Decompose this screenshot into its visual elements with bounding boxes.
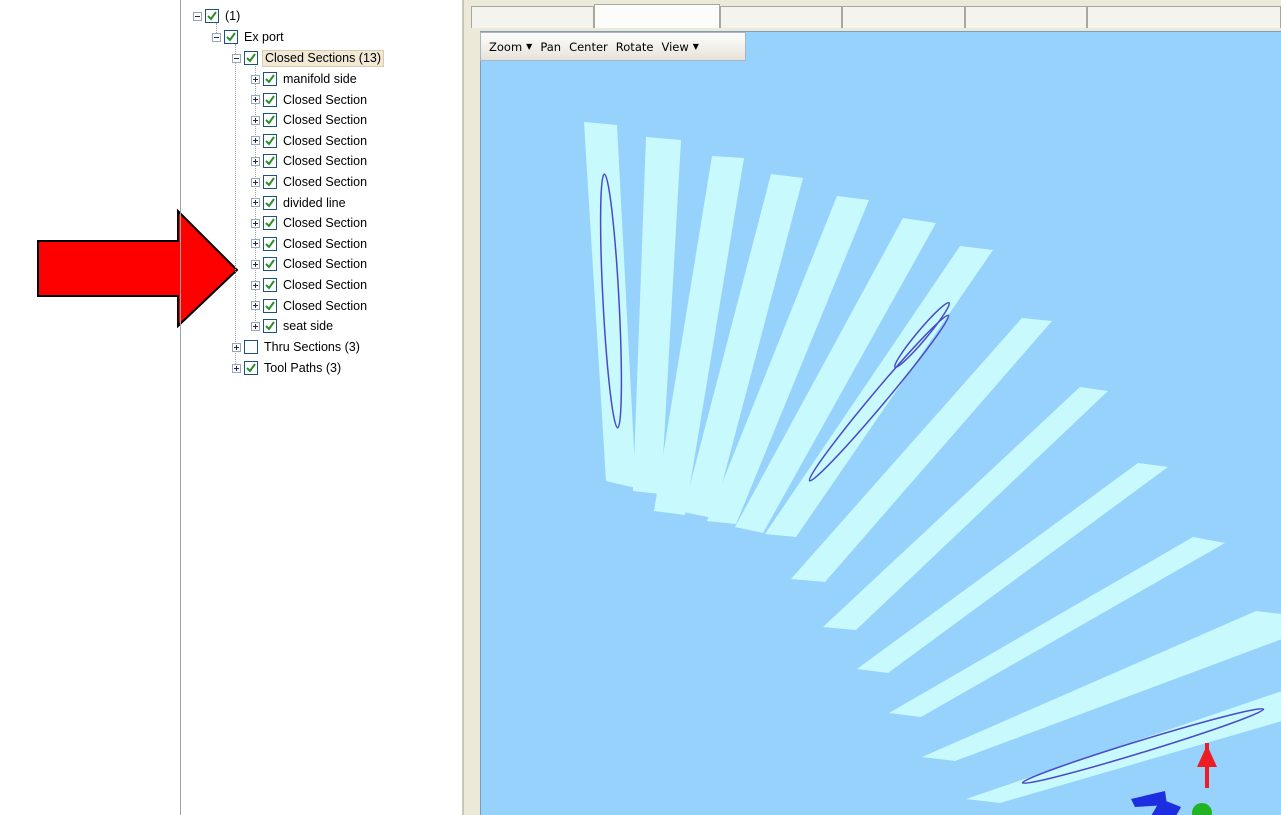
checkbox-export[interactable] bbox=[224, 30, 238, 44]
tree-root-label: (1) bbox=[225, 9, 241, 23]
checkbox-closed-item[interactable] bbox=[263, 154, 277, 169]
tree-closed-item-label: Closed Section bbox=[283, 278, 368, 292]
checkbox-closed-item[interactable] bbox=[263, 319, 277, 334]
tab[interactable] bbox=[720, 6, 842, 28]
tree-closed-item[interactable]: Closed Section bbox=[251, 275, 369, 295]
tree-closed-item-label: seat side bbox=[283, 319, 334, 334]
section-strip bbox=[584, 122, 636, 488]
panel-border bbox=[464, 0, 478, 815]
tree-thru-sections[interactable]: Thru Sections (3) bbox=[232, 337, 362, 357]
tree-closed-item-label: Closed Section bbox=[283, 298, 368, 313]
checkbox-closed-item[interactable] bbox=[263, 216, 277, 231]
expand-icon[interactable] bbox=[251, 301, 260, 311]
tree-closed-item[interactable]: manifold side bbox=[251, 69, 359, 89]
checkbox-thru-sections[interactable] bbox=[244, 340, 258, 354]
section-strip bbox=[922, 611, 1281, 761]
tree-closed-item-label: manifold side bbox=[283, 72, 357, 86]
center-button[interactable]: Center bbox=[565, 40, 612, 54]
tree-closed-item-label: Closed Section bbox=[283, 92, 368, 107]
expand-icon[interactable] bbox=[251, 218, 260, 228]
expand-icon[interactable] bbox=[251, 136, 260, 146]
checkbox-closed-item[interactable] bbox=[263, 298, 277, 313]
checkbox-closed-item[interactable] bbox=[263, 133, 277, 148]
tree-closed-sections[interactable]: Closed Sections (13) bbox=[232, 48, 385, 68]
tree-export-label: Ex port bbox=[244, 30, 284, 44]
tree-connector bbox=[235, 44, 236, 370]
tree-closed-item-label: Closed Section bbox=[283, 236, 368, 251]
tree-closed-item-label: Closed Section bbox=[283, 257, 368, 272]
tree-closed-item[interactable]: Closed Section bbox=[251, 234, 369, 254]
collapse-icon[interactable] bbox=[193, 11, 202, 21]
tree-closed-sections-label: Closed Sections (13) bbox=[262, 49, 385, 67]
layer-tree: (1) Ex port Closed Sections (13) manifol… bbox=[181, 0, 460, 815]
rotate-button[interactable]: Rotate bbox=[612, 40, 658, 54]
tab-strip bbox=[471, 0, 1281, 28]
tree-closed-item-label: Closed Section bbox=[283, 113, 368, 128]
section-scene bbox=[584, 122, 1281, 815]
tree-closed-item-label: Closed Section bbox=[283, 175, 368, 189]
expand-icon[interactable] bbox=[232, 363, 241, 373]
zoom-menu-button[interactable]: Zoom ▼ bbox=[485, 40, 536, 54]
tree-tool-paths-label: Tool Paths (3) bbox=[264, 361, 342, 375]
tree-thru-sections-label: Thru Sections (3) bbox=[264, 340, 360, 354]
tree-closed-item[interactable]: Closed Section bbox=[251, 254, 369, 274]
expand-icon[interactable] bbox=[251, 259, 260, 269]
view-menu-button[interactable]: View ▼ bbox=[657, 40, 702, 54]
tree-closed-item[interactable]: Closed Section bbox=[251, 131, 369, 151]
tree-root[interactable]: (1) bbox=[193, 6, 242, 26]
expand-icon[interactable] bbox=[251, 321, 260, 331]
3d-viewport[interactable] bbox=[480, 31, 1281, 815]
tab-active[interactable] bbox=[594, 4, 720, 28]
tree-export[interactable]: Ex port bbox=[212, 27, 286, 47]
tree-tool-paths[interactable]: Tool Paths (3) bbox=[232, 358, 343, 378]
tree-closed-item[interactable]: Closed Section bbox=[251, 213, 369, 233]
tree-closed-item[interactable]: divided line bbox=[251, 193, 348, 213]
expand-icon[interactable] bbox=[251, 239, 260, 249]
tree-closed-item-label: Closed Section bbox=[283, 154, 368, 169]
tree-closed-item-label: Closed Section bbox=[283, 133, 368, 148]
expand-icon[interactable] bbox=[251, 177, 260, 187]
caret-down-icon: ▼ bbox=[692, 42, 699, 51]
pan-button[interactable]: Pan bbox=[536, 40, 565, 54]
tree-closed-item[interactable]: Closed Section bbox=[251, 90, 369, 110]
tab[interactable] bbox=[965, 6, 1087, 28]
checkbox-closed-sections[interactable] bbox=[244, 51, 258, 65]
checkbox-root[interactable] bbox=[205, 9, 219, 23]
caret-down-icon: ▼ bbox=[526, 42, 533, 51]
tree-closed-item[interactable]: seat side bbox=[251, 316, 335, 336]
tree-closed-item[interactable]: Closed Section bbox=[251, 296, 369, 316]
expand-icon[interactable] bbox=[251, 95, 260, 105]
tree-closed-item-label: divided line bbox=[283, 195, 346, 210]
tree-closed-item-label: Closed Section bbox=[283, 216, 368, 231]
collapse-icon[interactable] bbox=[232, 53, 241, 63]
checkbox-closed-item[interactable] bbox=[263, 236, 277, 251]
expand-icon[interactable] bbox=[251, 156, 260, 166]
tree-closed-item[interactable]: Closed Section bbox=[251, 110, 369, 130]
expand-icon[interactable] bbox=[251, 280, 260, 290]
checkbox-closed-item[interactable] bbox=[263, 195, 277, 210]
checkbox-tool-paths[interactable] bbox=[244, 361, 258, 375]
checkbox-closed-item[interactable] bbox=[263, 257, 277, 272]
expand-icon[interactable] bbox=[232, 342, 241, 352]
checkbox-closed-item[interactable] bbox=[263, 72, 277, 86]
tab[interactable] bbox=[842, 6, 965, 28]
expand-icon[interactable] bbox=[251, 198, 260, 208]
tab[interactable] bbox=[471, 6, 594, 28]
expand-icon[interactable] bbox=[251, 74, 260, 84]
checkbox-closed-item[interactable] bbox=[263, 92, 277, 107]
section-strip bbox=[966, 691, 1281, 803]
tree-closed-item[interactable]: Closed Section bbox=[251, 151, 369, 171]
checkbox-closed-item[interactable] bbox=[263, 113, 277, 128]
tab[interactable] bbox=[1087, 6, 1281, 28]
checkbox-closed-item[interactable] bbox=[263, 278, 277, 292]
expand-icon[interactable] bbox=[251, 115, 260, 125]
collapse-icon[interactable] bbox=[212, 32, 221, 42]
viewport-toolbar: Zoom ▼ Pan Center Rotate View ▼ bbox=[480, 32, 746, 61]
tree-closed-item[interactable]: Closed Section bbox=[251, 172, 369, 192]
checkbox-closed-item[interactable] bbox=[263, 175, 277, 189]
